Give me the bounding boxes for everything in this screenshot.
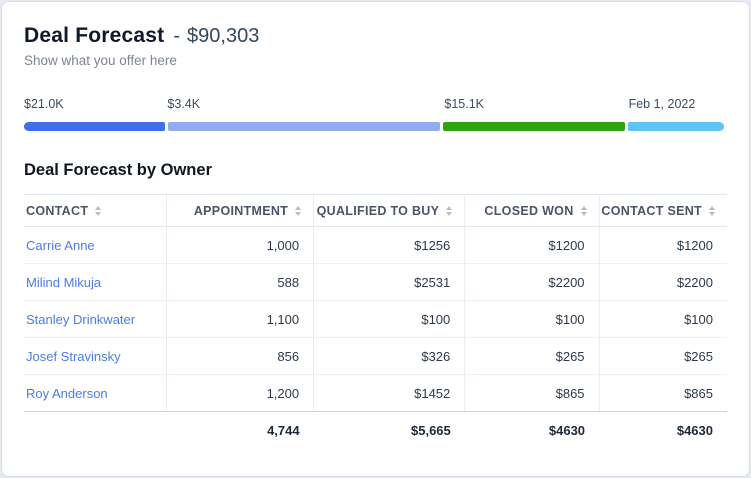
progress-segment-1 (24, 122, 165, 131)
column-header-closed-won[interactable]: CLOSED WON (465, 195, 599, 227)
contact-link[interactable]: Carrie Anne (26, 238, 95, 253)
progress-label-2: $3.4K (167, 97, 200, 111)
contact-link[interactable]: Roy Anderson (26, 386, 108, 401)
column-header-contact-sent[interactable]: CONTACT SENT (599, 195, 727, 227)
closed-won-cell: $100 (465, 301, 599, 338)
closed-won-cell: $865 (465, 375, 599, 412)
table-row: Josef Stravinsky 856 $326 $265 $265 (24, 338, 727, 375)
progress-label-4: Feb 1, 2022 (629, 97, 696, 111)
header: Deal Forecast-$90,303 (24, 24, 727, 48)
contact-cell: Roy Anderson (24, 375, 166, 412)
contact-sent-cell: $265 (599, 338, 727, 375)
table-row: Roy Anderson 1,200 $1452 $865 $865 (24, 375, 727, 412)
subtitle: Show what you offer here (24, 53, 727, 68)
totals-contact-sent: $4630 (599, 412, 727, 450)
totals-contact-cell (24, 412, 166, 450)
appointment-cell: 1,100 (166, 301, 314, 338)
qualified-cell: $326 (314, 338, 465, 375)
progress-label-3: $15.1K (444, 97, 484, 111)
column-header-appointment[interactable]: APPOINTMENT (166, 195, 314, 227)
appointment-cell: 1,000 (166, 227, 314, 264)
contact-link[interactable]: Milind Mikuja (26, 275, 101, 290)
progress-label-1: $21.0K (24, 97, 64, 111)
title-separator: - (173, 25, 180, 47)
totals-qualified: $5,665 (314, 412, 465, 450)
deal-forecast-card: Deal Forecast-$90,303 Show what you offe… (1, 1, 750, 477)
qualified-cell: $1256 (314, 227, 465, 264)
progress-segment-2 (168, 122, 439, 131)
contact-sent-cell: $1200 (599, 227, 727, 264)
progress-bar (24, 122, 727, 131)
column-header-contact[interactable]: CONTACT (24, 195, 166, 227)
closed-won-cell: $265 (465, 338, 599, 375)
appointment-cell: 856 (166, 338, 314, 375)
table-row: Carrie Anne 1,000 $1256 $1200 $1200 (24, 227, 727, 264)
qualified-cell: $2531 (314, 264, 465, 301)
page-title: Deal Forecast (24, 24, 164, 47)
progress-segment-4 (628, 122, 724, 131)
table-title: Deal Forecast by Owner (24, 161, 727, 180)
contact-sent-cell: $865 (599, 375, 727, 412)
contact-sent-cell: $100 (599, 301, 727, 338)
qualified-cell: $100 (314, 301, 465, 338)
forecast-total-amount: $90,303 (187, 25, 259, 47)
sort-icon (709, 206, 715, 216)
progress-labels: $21.0K $3.4K $15.1K Feb 1, 2022 (24, 97, 727, 112)
deal-forecast-table: CONTACT APPOINTMENT QUALIFIED TO BUY CLO… (24, 194, 727, 450)
table-row: Stanley Drinkwater 1,100 $100 $100 $100 (24, 301, 727, 338)
contact-link[interactable]: Josef Stravinsky (26, 349, 121, 364)
progress-segment-3 (443, 122, 625, 131)
totals-appointment: 4,744 (166, 412, 314, 450)
sort-icon (95, 206, 101, 216)
totals-row: 4,744 $5,665 $4630 $4630 (24, 412, 727, 450)
contact-cell: Milind Mikuja (24, 264, 166, 301)
sort-icon (295, 206, 301, 216)
table-row: Milind Mikuja 588 $2531 $2200 $2200 (24, 264, 727, 301)
sort-icon (581, 206, 587, 216)
sort-icon (446, 206, 452, 216)
table-header-row: CONTACT APPOINTMENT QUALIFIED TO BUY CLO… (24, 195, 727, 227)
closed-won-cell: $1200 (465, 227, 599, 264)
forecast-progress: $21.0K $3.4K $15.1K Feb 1, 2022 (24, 97, 727, 131)
contact-link[interactable]: Stanley Drinkwater (26, 312, 135, 327)
qualified-cell: $1452 (314, 375, 465, 412)
column-header-qualified-to-buy[interactable]: QUALIFIED TO BUY (314, 195, 465, 227)
contact-sent-cell: $2200 (599, 264, 727, 301)
closed-won-cell: $2200 (465, 264, 599, 301)
contact-cell: Carrie Anne (24, 227, 166, 264)
totals-closed-won: $4630 (465, 412, 599, 450)
contact-cell: Josef Stravinsky (24, 338, 166, 375)
appointment-cell: 588 (166, 264, 314, 301)
contact-cell: Stanley Drinkwater (24, 301, 166, 338)
appointment-cell: 1,200 (166, 375, 314, 412)
